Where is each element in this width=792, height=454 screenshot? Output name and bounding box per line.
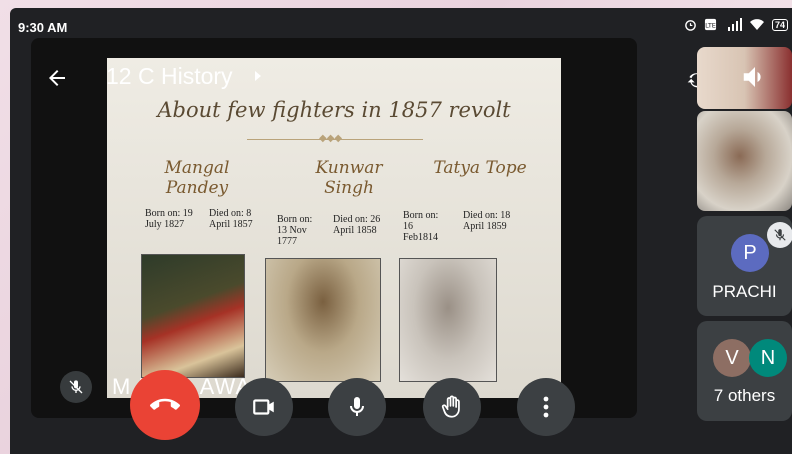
mic-off-icon [60, 371, 92, 403]
mic-off-icon [767, 222, 792, 248]
fighter-2-portrait [265, 258, 381, 382]
others-count-label: 7 others [713, 386, 776, 405]
hand-icon [441, 395, 460, 418]
fighter-1-born: Born on: 19 July 1827 [145, 208, 193, 230]
presentation-tile[interactable]: About few fighters in 1857 revolt ◆◆◆ Ma… [31, 38, 637, 418]
fighter-3-name: Tatya Tope [433, 158, 527, 178]
alarm-icon [685, 20, 696, 31]
slide-title: About few fighters in 1857 revolt [157, 98, 511, 122]
volte-icon: LTE [704, 18, 717, 31]
avatar: N [749, 339, 787, 377]
more-options-button[interactable] [517, 378, 575, 436]
fighter-2-name: Kunwar Singh [315, 158, 383, 198]
ornament-icon: ◆◆◆ [319, 133, 343, 144]
status-icons: LTE 74 [684, 18, 788, 31]
signal-4g-icon [727, 18, 742, 31]
more-vertical-icon [543, 396, 549, 418]
fighter-2-died: Died on: 26 April 1858 [333, 214, 381, 236]
phone-hangup-icon [150, 398, 180, 410]
shared-slide: About few fighters in 1857 revolt ◆◆◆ Ma… [107, 58, 561, 398]
back-arrow-icon[interactable] [45, 66, 69, 90]
microphone-icon [350, 397, 364, 416]
participant-video-2[interactable] [697, 111, 792, 211]
speaker-icon[interactable] [740, 62, 770, 92]
raise-hand-button[interactable] [423, 378, 481, 436]
avatar: V [713, 339, 751, 377]
fighter-1-portrait [141, 254, 245, 378]
fighter-1-died: Died on: 8 April 1857 [209, 208, 253, 230]
status-time: 9:30 AM [18, 20, 68, 35]
mic-toggle-button[interactable] [328, 378, 386, 436]
chevron-right-icon[interactable] [253, 70, 263, 82]
participant-name: PRACHI [712, 282, 777, 301]
fighter-2-born: Born on: 13 Nov 1777 [277, 214, 313, 247]
camera-toggle-button[interactable] [235, 378, 293, 436]
fighter-3-portrait [399, 258, 497, 382]
fighter-3-died: Died on: 18 April 1859 [463, 210, 511, 232]
participant-tile-others[interactable]: V N 7 others [697, 321, 792, 421]
wifi-icon [749, 19, 764, 30]
avatar: P [731, 234, 769, 272]
fighter-3-born: Born on: 16 Feb1814 [403, 210, 439, 243]
svg-text:LTE: LTE [705, 21, 716, 29]
meeting-title[interactable]: 12 C History [106, 63, 233, 90]
battery-icon: 74 [771, 18, 788, 31]
video-camera-icon [253, 399, 274, 415]
end-call-button[interactable] [130, 370, 200, 440]
fighter-1-name: Mangal Pandey [164, 158, 230, 198]
